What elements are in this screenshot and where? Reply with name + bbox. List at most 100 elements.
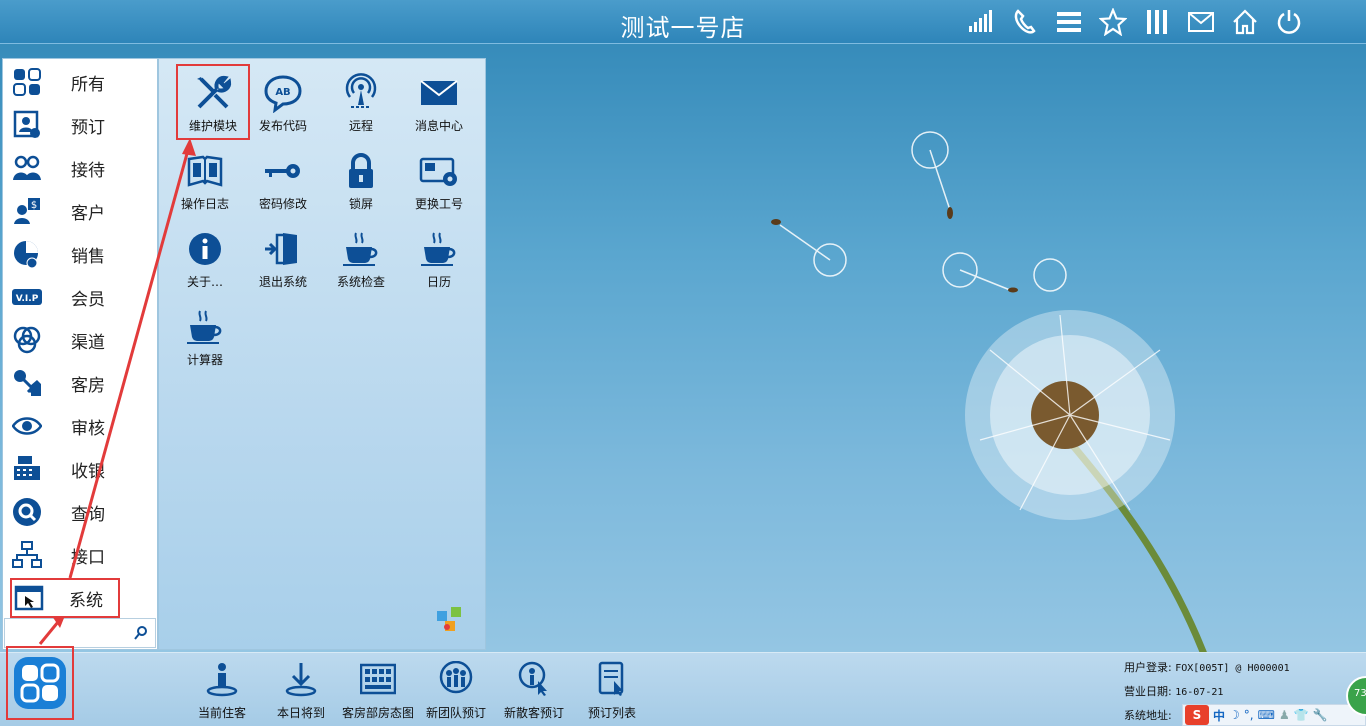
menu-item-vip[interactable]: V.I.P 会员 — [9, 278, 153, 316]
app-change-password[interactable]: 密码修改 — [247, 143, 319, 217]
taskbar-label: 预订列表 — [587, 706, 636, 720]
app-change-id[interactable]: 更换工号 — [403, 143, 475, 217]
signal-icon[interactable] — [964, 6, 998, 38]
app-remote[interactable]: 远程 — [325, 65, 397, 139]
ime-logo-icon[interactable]: S — [1185, 705, 1209, 725]
power-icon[interactable] — [1272, 6, 1306, 38]
lock-icon — [339, 149, 383, 193]
taskbar-booking-list[interactable]: 预订列表 — [572, 660, 652, 724]
start-menu-categories: 所有 预订 接待 $ 客户 销售 V.I.P 会员 渠道 客房 审核 收银 查询 — [2, 58, 158, 650]
guest-icon — [202, 660, 242, 698]
taskbar-new-walkin-booking[interactable]: 新散客预订 — [494, 660, 574, 724]
start-button[interactable] — [6, 646, 74, 720]
info-icon — [183, 227, 227, 271]
phone-icon[interactable] — [1008, 6, 1042, 38]
app-label: 操作日志 — [180, 197, 229, 211]
customer-icon: $ — [9, 193, 45, 229]
network-icon — [9, 537, 45, 573]
menu-item-reception[interactable]: 接待 — [9, 149, 153, 187]
start-logo-icon — [14, 657, 66, 709]
app-about[interactable]: 关于… — [169, 221, 241, 295]
wrench-icon[interactable]: 🔧 — [1313, 708, 1328, 722]
search-icon — [9, 494, 45, 530]
menu-item-label: 查询 — [71, 504, 105, 525]
remote-icon — [339, 71, 383, 115]
app-exit-system[interactable]: 退出系统 — [247, 221, 319, 295]
app-label: 系统检查 — [336, 275, 385, 289]
svg-text:V.I.P: V.I.P — [16, 294, 39, 304]
menu-item-label: 销售 — [71, 246, 105, 267]
menu-item-cashier[interactable]: 收银 — [9, 450, 153, 488]
mail-icon[interactable] — [1184, 6, 1218, 38]
menu-item-label: 会员 — [71, 289, 105, 310]
user-login-value: FOX[005T] @ H000001 — [1175, 663, 1290, 674]
menu-search-box — [4, 618, 156, 648]
reception-icon — [9, 150, 45, 186]
user-icon[interactable]: ♟ — [1279, 708, 1290, 722]
app-calendar[interactable]: 日历 — [403, 221, 475, 295]
ime-mode[interactable]: 中 — [1213, 707, 1225, 724]
menu-item-audit[interactable]: 审核 — [9, 407, 153, 445]
app-message-center[interactable]: 消息中心 — [403, 65, 475, 139]
menu-search-input[interactable] — [9, 624, 129, 644]
menu-item-sales[interactable]: 销售 — [9, 235, 153, 273]
menu-item-label: 接待 — [71, 160, 105, 181]
menu-item-system[interactable]: 系统 — [10, 578, 120, 618]
menu-item-customer[interactable]: $ 客户 — [9, 192, 153, 230]
star-icon[interactable] — [1096, 6, 1130, 38]
coffee-icon — [417, 227, 461, 271]
exit-icon — [261, 227, 305, 271]
menu-item-query[interactable]: 查询 — [9, 493, 153, 531]
key-icon — [261, 149, 305, 193]
app-maintenance[interactable]: 维护模块 — [176, 64, 250, 140]
menu-item-label: 渠道 — [71, 332, 105, 353]
code-bubble-icon: AB — [261, 71, 305, 115]
app-operation-log[interactable]: 操作日志 — [169, 143, 241, 217]
menu-item-booking[interactable]: 预订 — [9, 106, 153, 144]
taskbar-new-group-booking[interactable]: 新团队预订 — [416, 660, 496, 724]
ime-toolbar[interactable]: S 中 ☽ °, ⌨ ♟ 👕 🔧 — [1182, 704, 1366, 726]
menu-item-label: 系统 — [69, 590, 103, 611]
menu-item-label: 所有 — [71, 74, 105, 95]
title-bar: 测试一号店 — [0, 0, 1366, 44]
shirt-icon[interactable]: 👕 — [1294, 708, 1309, 722]
menu-item-label: 预订 — [71, 117, 105, 138]
system-icon — [11, 580, 47, 616]
apps-icon — [9, 64, 45, 100]
channel-icon — [9, 322, 45, 358]
taskbar-arrivals-today[interactable]: 本日将到 — [261, 660, 341, 724]
search-icon[interactable] — [133, 625, 149, 641]
app-label: 维护模块 — [188, 119, 237, 133]
menu-item-all[interactable]: 所有 — [9, 63, 153, 101]
booking-list-icon — [592, 660, 632, 698]
keyboard-icon[interactable]: ⌨ — [1258, 708, 1275, 722]
dandelion-wallpaper — [771, 131, 1214, 670]
taskbar-current-guests[interactable]: 当前住客 — [182, 660, 262, 724]
taskbar-room-status[interactable]: 客房部房态图 — [338, 660, 418, 724]
book-icon — [183, 149, 227, 193]
menu-icon[interactable] — [1052, 6, 1086, 38]
menu-item-label: 收银 — [71, 461, 105, 482]
app-label: 更换工号 — [414, 197, 463, 211]
app-system-check[interactable]: 系统检查 — [325, 221, 397, 295]
menu-item-channel[interactable]: 渠道 — [9, 321, 153, 359]
app-publish-code[interactable]: AB 发布代码 — [247, 65, 319, 139]
menu-item-room[interactable]: 客房 — [9, 364, 153, 402]
room-key-icon — [9, 365, 45, 401]
moon-icon[interactable]: ☽ — [1229, 708, 1240, 722]
sales-icon — [9, 236, 45, 272]
start-menu-apps: 维护模块 AB 发布代码 远程 消息中心 操作日志 密码修改 锁屏 更换工号 关… — [158, 58, 486, 650]
app-label: 日历 — [426, 275, 451, 289]
business-date-value: 16-07-21 — [1175, 687, 1224, 698]
app-label: 锁屏 — [348, 197, 373, 211]
app-lock-screen[interactable]: 锁屏 — [325, 143, 397, 217]
app-calculator[interactable]: 计算器 — [169, 299, 241, 373]
business-date-label: 营业日期: — [1124, 685, 1172, 698]
punctuation-icon[interactable]: °, — [1244, 708, 1254, 722]
system-address-label: 系统地址: — [1124, 709, 1172, 722]
menu-item-interface[interactable]: 接口 — [9, 536, 153, 574]
home-icon[interactable] — [1228, 6, 1262, 38]
columns-icon[interactable] — [1140, 6, 1174, 38]
arrival-icon — [281, 660, 321, 698]
cubes-icon — [437, 607, 461, 631]
